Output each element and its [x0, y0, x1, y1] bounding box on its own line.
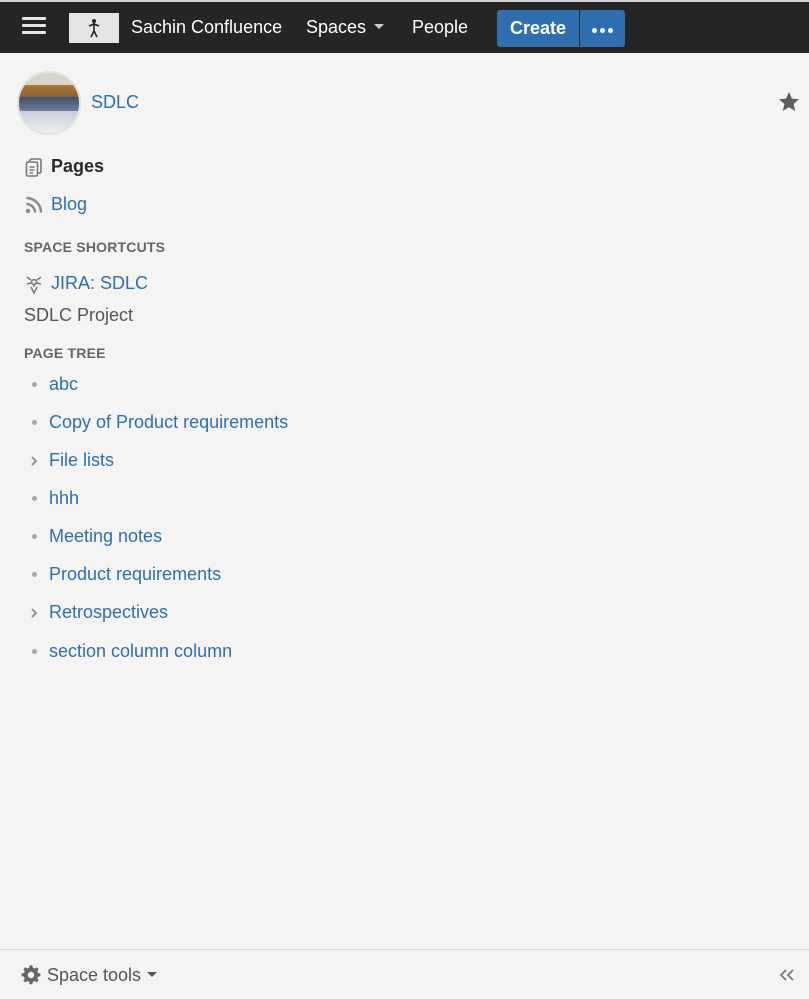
shortcut-project-label: SDLC Project	[24, 305, 134, 325]
shortcut-jira[interactable]: JIRA: SDLC	[24, 273, 148, 294]
tree-item-label: section column column	[49, 641, 233, 661]
bullet-icon	[26, 415, 42, 431]
more-dots-icon	[591, 20, 615, 38]
tree-item-retrospectives[interactable]: Retrospectives	[26, 602, 168, 623]
chevron-right-icon[interactable]	[26, 605, 42, 621]
page-tree-heading: PAGE TREE	[24, 345, 106, 361]
bullet-icon	[26, 567, 42, 583]
hamburger-menu-icon[interactable]	[22, 17, 46, 37]
chevron-down-icon	[374, 24, 385, 30]
site-title-link[interactable]: Sachin Confluence	[131, 16, 282, 38]
person-logo-icon	[88, 19, 100, 38]
spaces-menu[interactable]: Spaces	[306, 16, 385, 38]
sidebar-item-pages[interactable]: Pages	[24, 156, 104, 177]
chevron-down-icon	[147, 972, 158, 978]
tree-item-label: File lists	[49, 450, 115, 470]
sidebar-item-blog[interactable]: Blog	[24, 194, 87, 215]
space-shortcuts-heading: SPACE SHORTCUTS	[24, 239, 166, 255]
bullet-icon	[26, 644, 42, 660]
star-icon[interactable]	[777, 90, 801, 114]
gear-icon[interactable]	[20, 964, 42, 986]
shortcut-label: JIRA: SDLC	[51, 273, 149, 293]
tree-item-product-requirements[interactable]: Product requirements	[26, 564, 221, 585]
create-button[interactable]: Create	[497, 10, 579, 47]
tree-item-label: Retrospectives	[49, 602, 169, 622]
tree-item-label: abc	[49, 374, 79, 394]
top-navigation-bar: Sachin Confluence Spaces People Create	[0, 0, 809, 53]
jira-icon	[26, 275, 42, 294]
tree-item-copy-of-product-requirements[interactable]: Copy of Product requirements	[26, 412, 288, 433]
tree-item-section-column-column[interactable]: section column column	[26, 641, 232, 662]
space-tools-menu[interactable]: Space tools	[47, 965, 158, 986]
space-avatar[interactable]	[17, 71, 81, 135]
space-tools-label: Space tools	[47, 965, 142, 985]
people-link[interactable]: People	[412, 16, 468, 38]
sidebar-item-label: Blog	[51, 194, 88, 214]
tree-item-meeting-notes[interactable]: Meeting notes	[26, 526, 162, 547]
pages-icon	[25, 157, 42, 177]
rss-feed-icon	[25, 196, 43, 213]
space-name-link[interactable]: SDLC	[91, 92, 139, 113]
chevron-right-icon[interactable]	[26, 453, 42, 469]
site-logo[interactable]	[69, 13, 119, 43]
tree-item-hhh[interactable]: hhh	[26, 488, 79, 509]
double-chevron-left-icon[interactable]	[778, 967, 796, 983]
tree-item-label: hhh	[49, 488, 80, 508]
more-options-button[interactable]	[580, 10, 625, 47]
tree-item-label: Copy of Product requirements	[49, 412, 289, 432]
tree-item-label: Product requirements	[49, 564, 222, 584]
sidebar-item-label: Pages	[51, 156, 105, 176]
spaces-menu-label: Spaces	[306, 17, 367, 37]
bullet-icon	[26, 377, 42, 393]
tree-item-label: Meeting notes	[49, 526, 163, 546]
bullet-icon	[26, 491, 42, 507]
tree-item-file-lists[interactable]: File lists	[26, 450, 114, 471]
bullet-icon	[26, 529, 42, 545]
tree-item-abc[interactable]: abc	[26, 374, 78, 395]
